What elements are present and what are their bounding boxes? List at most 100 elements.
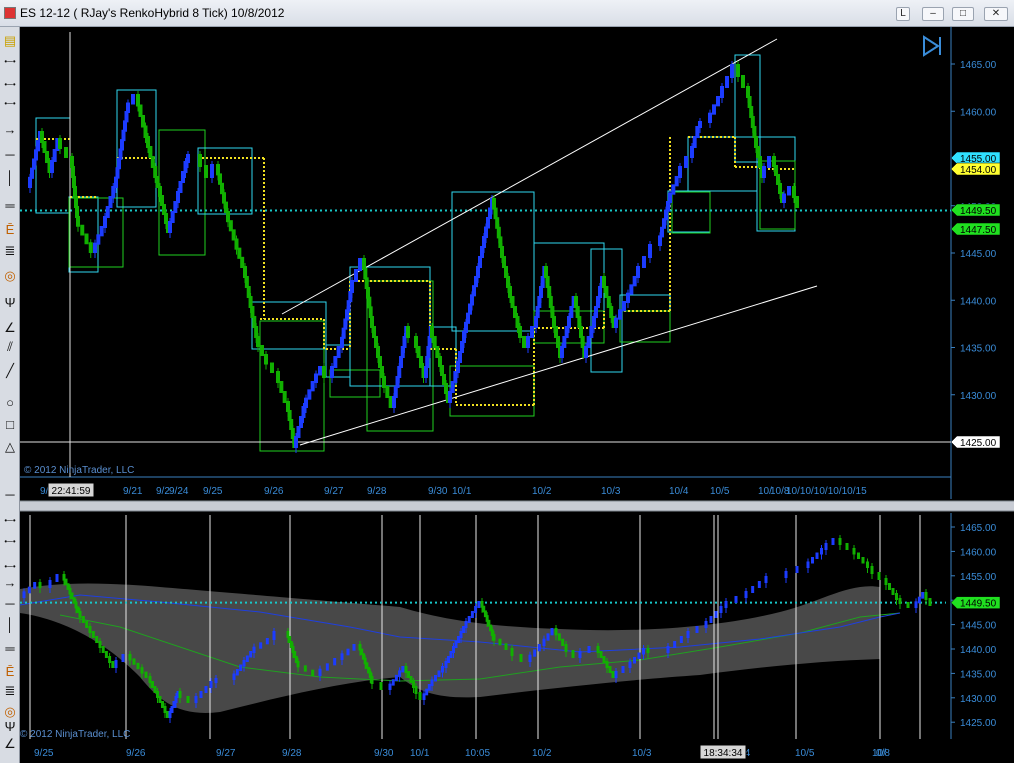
renko-brick [622, 301, 626, 312]
renko-brick [318, 366, 322, 376]
line-dot-icon[interactable]: •─• [1, 76, 19, 94]
line-dot-icon[interactable]: •─• [1, 512, 19, 530]
renko-brick [265, 638, 269, 645]
renko-brick [245, 655, 249, 662]
renko-brick [642, 256, 646, 268]
horizontal-line-icon[interactable]: ─ [1, 595, 19, 613]
close-button[interactable]: ✕ [984, 7, 1008, 21]
drawing-toolbar: ▤ •─• •─• •─• → ─ │ ═ Ē ≣ ◎ Ψ ∠ ⫽ ╱ ○ □ △ ─ •─• •─• •─• → ─ │ ═ Ē ≣… [0, 27, 20, 763]
fib-ext-icon[interactable]: ≣ [1, 242, 19, 260]
date-label: 9/30 [428, 486, 448, 497]
triangle-icon[interactable]: △ [1, 438, 19, 456]
renko-brick [259, 642, 263, 649]
gann-fan-icon[interactable]: ∠ [1, 319, 19, 337]
ray-icon[interactable]: ╱ [1, 362, 19, 380]
line-dot-icon[interactable]: •─• [1, 95, 19, 113]
renko-brick [921, 592, 925, 599]
date-label: 9/27 [216, 748, 236, 759]
renko-brick [845, 543, 849, 550]
channel-icon[interactable]: ⫽ [1, 338, 19, 356]
renko-brick [84, 233, 89, 245]
price-label: 1435.00 [960, 344, 997, 355]
renko-brick [716, 96, 720, 107]
price-label: 1445.00 [960, 249, 997, 260]
renko-brick [394, 674, 398, 682]
line-dot-icon[interactable]: •─• [1, 533, 19, 551]
renko-brick [519, 654, 523, 662]
line-dot-icon[interactable]: •─• [1, 53, 19, 71]
renko-brick [121, 654, 125, 662]
circle-icon[interactable]: ○ [1, 394, 19, 412]
vertical-line-icon[interactable]: │ [1, 169, 19, 187]
vertical-line-icon[interactable]: │ [1, 616, 19, 634]
fib-ext-icon[interactable]: ≣ [1, 682, 19, 700]
hline-icon[interactable]: ─ [1, 486, 19, 504]
price-tag-text: 1447.50 [960, 225, 997, 236]
double-line-icon[interactable]: ═ [1, 640, 19, 658]
renko-brick [204, 686, 208, 693]
svg-text:18:34:34: 18:34:34 [704, 748, 743, 759]
pitchfork-icon[interactable]: Ψ [1, 294, 19, 312]
square-icon[interactable]: □ [1, 416, 19, 434]
target-icon[interactable]: ◎ [1, 267, 19, 285]
ruler-icon[interactable]: ▤ [1, 32, 19, 50]
renko-brick [815, 552, 819, 559]
date-label: 10/4 [669, 486, 689, 497]
renko-brick [504, 643, 508, 650]
date-label: 9/28 [367, 486, 387, 497]
pitchfork-icon[interactable]: Ψ [1, 718, 19, 736]
date-label: 0/8 [876, 748, 890, 759]
renko-brick [85, 621, 89, 628]
renko-brick [741, 75, 745, 88]
gann-fan-icon[interactable]: ∠ [1, 735, 19, 753]
maximize-button[interactable]: □ [952, 7, 974, 21]
top-copyright: © 2012 NinjaTrader, LLC [24, 465, 134, 476]
renko-brick [401, 666, 405, 673]
renko-brick [425, 688, 429, 696]
arrow-icon[interactable]: → [1, 121, 19, 139]
renko-brick [550, 628, 554, 636]
fib-icon[interactable]: Ē [1, 221, 19, 239]
renko-brick [695, 626, 699, 633]
renko-brick [346, 648, 350, 656]
renko-brick [95, 636, 99, 643]
renko-brick [611, 671, 615, 678]
window-title: ES 12-12 ( RJay's RenkoHybrid 8 Tick) 10… [20, 6, 285, 20]
renko-brick [303, 665, 307, 672]
price-label: 1465.00 [960, 523, 997, 534]
date-label: 9/30 [374, 748, 394, 759]
renko-brick [679, 636, 683, 643]
minimize-button[interactable]: – [922, 7, 944, 21]
fib-icon[interactable]: Ē [1, 663, 19, 681]
date-label: 9/21 [123, 486, 143, 497]
renko-brick [571, 650, 575, 658]
renko-brick [608, 666, 612, 673]
date-label: 10/3 [601, 486, 621, 497]
bottom-copyright: © 2012 NinjaTrader, LLC [20, 729, 130, 740]
renko-brick [917, 596, 921, 604]
top-cursor-time: 22:41:59 [47, 482, 95, 498]
price-label: 1435.00 [960, 669, 997, 680]
price-label: 1460.00 [960, 107, 997, 118]
renko-brick [132, 658, 136, 665]
date-label: 9/25 [203, 486, 223, 497]
renko-brick [270, 362, 274, 373]
price-label: 1425.00 [960, 718, 997, 729]
renko-brick [709, 616, 713, 623]
renko-brick [27, 586, 31, 594]
price-label: 1465.00 [960, 60, 997, 71]
renko-brick [530, 326, 534, 338]
renko-brick [352, 644, 356, 651]
renko-brick [498, 638, 502, 646]
renko-brick [358, 258, 362, 271]
renko-brick [81, 616, 85, 623]
renko-brick [621, 666, 625, 673]
double-line-icon[interactable]: ═ [1, 197, 19, 215]
chart-area[interactable]: 1465.001460.001455.001450.001445.001440.… [20, 27, 1014, 763]
arrow-icon[interactable]: → [1, 574, 19, 592]
horizontal-line-icon[interactable]: ─ [1, 146, 19, 164]
renko-brick [131, 94, 135, 105]
price-label: 1430.00 [960, 391, 997, 402]
link-button[interactable]: L [896, 7, 910, 21]
renko-brick [714, 611, 718, 618]
